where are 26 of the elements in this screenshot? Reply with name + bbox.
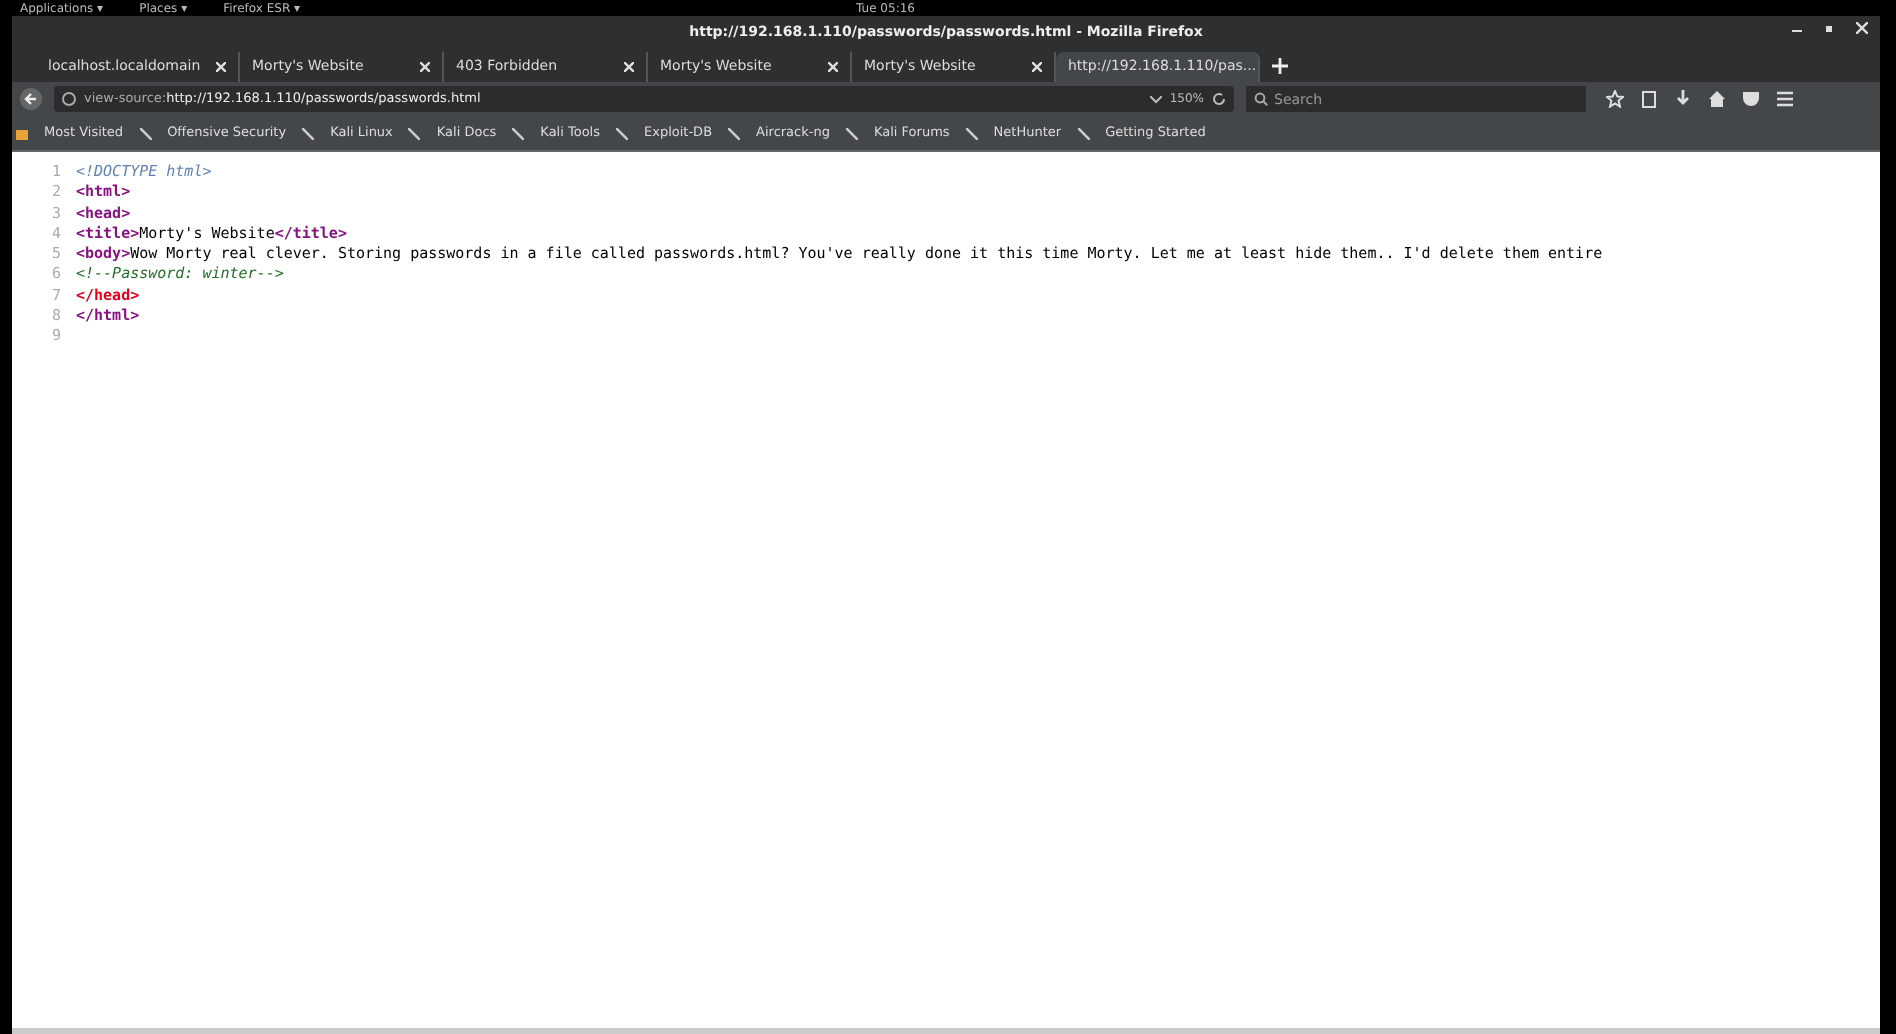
close-tab-icon[interactable] [624,62,634,72]
bookmark-icon [139,127,152,139]
reload-icon[interactable] [1212,92,1226,106]
close-tab-icon[interactable] [828,62,838,72]
bookmark-icon [408,127,421,139]
menu-icon[interactable] [1776,90,1794,108]
bookmark-icon [302,127,315,139]
new-tab-icon[interactable] [1272,58,1288,74]
home-icon[interactable] [1708,90,1726,108]
bookmark-icon [512,127,525,139]
bookmark-icon [965,127,978,139]
close-tab-icon[interactable] [216,62,226,72]
close-tab-icon[interactable] [420,62,430,72]
info-icon [62,92,76,106]
download-icon[interactable] [1674,90,1692,108]
pocket-icon[interactable] [1742,90,1760,108]
close-icon[interactable] [1856,22,1868,34]
dropdown-icon[interactable] [1149,95,1162,103]
bookmark-star-icon[interactable] [1606,90,1624,108]
close-tab-icon[interactable] [1032,62,1042,72]
folder-icon [16,127,28,139]
bookmark-icon [1077,127,1090,139]
bookmark-icon [845,127,858,139]
bookmark-icon [728,127,741,139]
back-icon[interactable] [20,88,42,110]
bookmark-icon [616,127,628,139]
